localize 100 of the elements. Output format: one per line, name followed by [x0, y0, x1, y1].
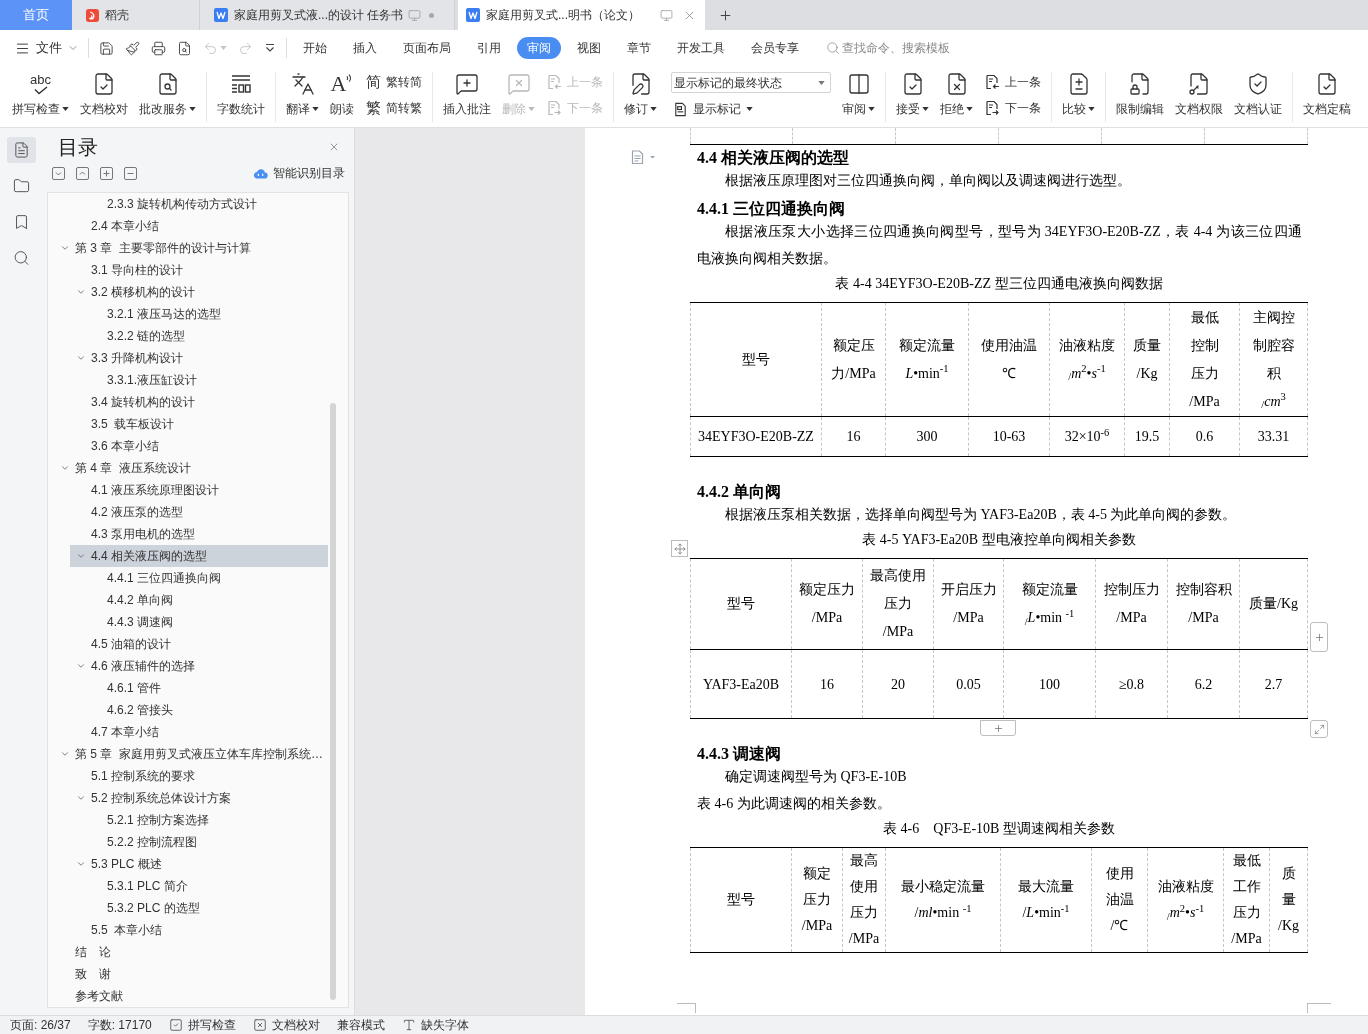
chevron-down-icon[interactable] — [76, 551, 86, 561]
menu-tab[interactable]: 开发工具 — [667, 37, 735, 59]
menu-tab[interactable]: 章节 — [617, 37, 661, 59]
toc-item[interactable]: 4.5 油箱的设计 — [70, 633, 328, 655]
toc-item[interactable]: 3.2.2 链的选型 — [86, 325, 328, 347]
toc-item[interactable]: 5.3.2 PLC 的选型 — [86, 897, 328, 919]
menu-tab[interactable]: 开始 — [293, 37, 337, 59]
spell-check-button[interactable]: abc 拼写检查 — [12, 66, 69, 122]
reviewing-pane-button[interactable]: 审阅 — [842, 66, 875, 122]
printer-icon[interactable] — [151, 40, 166, 56]
toc-item[interactable]: 4.4.3 调速阀 — [86, 611, 328, 633]
previous-change-button[interactable]: 上一条 — [984, 71, 1041, 93]
toc-item[interactable]: 4.6 液压辅件的选择 — [70, 655, 328, 677]
toc-item[interactable]: 3.2.1 液压马达的选型 — [86, 303, 328, 325]
toc-item[interactable]: 4.6.1 管件 — [86, 677, 328, 699]
resize-handle[interactable] — [1310, 720, 1328, 738]
monitor-icon[interactable] — [660, 8, 673, 22]
chevron-up-box-icon[interactable] — [76, 166, 89, 180]
menu-icon[interactable] — [15, 40, 30, 56]
toc-item[interactable]: 4.4.2 单向阀 — [86, 589, 328, 611]
traditional-to-simplified-button[interactable]: 简 繁转简 — [365, 71, 422, 93]
menu-tab[interactable]: 页面布局 — [393, 37, 461, 59]
menu-tab[interactable]: 引用 — [467, 37, 511, 59]
add-row-button[interactable] — [980, 720, 1016, 736]
proofread-button[interactable]: 文档校对 — [80, 66, 128, 122]
chevron-down-icon[interactable] — [76, 661, 86, 671]
toc-item[interactable]: 2.3.3 旋转机构传动方式设计 — [86, 193, 328, 215]
menu-tab[interactable]: 插入 — [343, 37, 387, 59]
review-service-button[interactable]: 批改服务 — [139, 66, 196, 122]
toc-item[interactable]: 4.3 泵用电机的选型 — [70, 523, 328, 545]
insert-comment-button[interactable]: 插入批注 — [443, 66, 491, 122]
document-tab[interactable]: 家庭用剪叉式...明书（论文） — [458, 0, 705, 30]
toc-item[interactable]: 3.3 升降机构设计 — [70, 347, 328, 369]
toc-item[interactable]: 第 4 章 液压系统设计 — [54, 457, 328, 479]
finalize-button[interactable]: 文档定稿 — [1303, 66, 1351, 122]
reject-button[interactable]: 拒绝 — [940, 66, 973, 122]
document-list-icon[interactable] — [6, 137, 36, 163]
save-icon[interactable] — [99, 40, 114, 56]
monitor-icon[interactable] — [408, 8, 421, 22]
toc-item[interactable]: 5.1 控制系统的要求 — [70, 765, 328, 787]
status-toggle[interactable]: 拼写检查 — [168, 1016, 236, 1034]
status-toggle[interactable]: 缺失字体 — [401, 1016, 469, 1034]
toc-item[interactable]: 3.4 旋转机构的设计 — [70, 391, 328, 413]
read-aloud-button[interactable]: A 朗读 — [330, 66, 354, 122]
toc-item[interactable]: 4.6.2 管接头 — [86, 699, 328, 721]
toc-item[interactable]: 5.2.2 控制流程图 — [86, 831, 328, 853]
show-markup-button[interactable]: 显示标记 — [673, 98, 831, 120]
toc-item[interactable]: 第 3 章 主要零部件的设计与计算 — [54, 237, 328, 259]
plus-icon[interactable] — [718, 7, 733, 23]
toc-item[interactable]: 3.6 本章小结 — [70, 435, 328, 457]
toc-item[interactable]: 3.5 载车板设计 — [70, 413, 328, 435]
toc-item[interactable]: 第 5 章 家庭用剪叉式液压立体车库控制系统… — [54, 743, 328, 765]
next-change-button[interactable]: 下一条 — [984, 97, 1041, 119]
toc-item[interactable]: 5.3.1 PLC 简介 — [86, 875, 328, 897]
restrict-editing-button[interactable]: 限制编辑 — [1116, 66, 1164, 122]
toc-item[interactable]: 结 论 — [54, 941, 328, 963]
toc-item[interactable]: 致 谢 — [54, 963, 328, 985]
add-column-button[interactable] — [1310, 622, 1328, 652]
toc-item[interactable]: 4.1 液压系统原理图设计 — [70, 479, 328, 501]
chevron-down-icon[interactable] — [76, 353, 86, 363]
translate-button[interactable]: 翻译 — [286, 66, 319, 122]
menu-tab[interactable]: 会员专享 — [741, 37, 809, 59]
track-changes-button[interactable]: 修订 — [624, 66, 657, 122]
chevron-down-icon[interactable] — [60, 749, 70, 759]
status-toggle[interactable]: 文档校对 — [252, 1016, 320, 1034]
toc-item[interactable]: 4.4 相关液压阀的选型 — [70, 545, 328, 567]
toc-item[interactable]: 4.2 液压泵的选型 — [70, 501, 328, 523]
chevron-down-icon[interactable] — [76, 859, 86, 869]
toc-item[interactable]: 5.5 本章小结 — [70, 919, 328, 941]
brush-icon[interactable] — [125, 40, 140, 56]
toc-item[interactable]: 5.2 控制系统总体设计方案 — [70, 787, 328, 809]
simplified-to-traditional-button[interactable]: 繁 简转繁 — [365, 97, 422, 119]
close-icon[interactable] — [328, 141, 340, 153]
document-dropdown-icon[interactable] — [631, 150, 657, 164]
chevron-down-box-icon[interactable] — [52, 166, 65, 180]
toc-item[interactable]: 参考文献 — [54, 985, 328, 1007]
toc-item[interactable]: 3.1 导向柱的设计 — [70, 259, 328, 281]
table-move-handle[interactable] — [671, 540, 688, 557]
customize-icon[interactable] — [264, 42, 276, 54]
toc-item[interactable]: 3.2 横移机构的设计 — [70, 281, 328, 303]
chevron-down-icon[interactable] — [60, 243, 70, 253]
word-count-button[interactable]: 字数统计 — [217, 66, 265, 122]
smart-toc-link[interactable]: 智能识别目录 — [253, 164, 345, 182]
file-menu[interactable]: 文件 — [36, 38, 79, 58]
menu-tab[interactable]: 视图 — [567, 37, 611, 59]
toc-item[interactable]: 4.7 本章小结 — [70, 721, 328, 743]
print-preview-icon[interactable] — [177, 40, 192, 56]
chevron-down-icon[interactable] — [60, 463, 70, 473]
document-tab[interactable]: 家庭用剪叉式液...的设计 任务书 — [200, 0, 455, 30]
certify-button[interactable]: 文档认证 — [1234, 66, 1282, 122]
document-tab[interactable]: 稻壳 — [72, 0, 200, 30]
permissions-button[interactable]: 文档权限 — [1175, 66, 1223, 122]
toc-item[interactable]: 5.2.1 控制方案选择 — [86, 809, 328, 831]
scrollbar-thumb[interactable] — [330, 403, 336, 1000]
toc-item[interactable]: 5.3 PLC 概述 — [70, 853, 328, 875]
chevron-down-icon[interactable] — [76, 793, 86, 803]
search-field[interactable]: 查找命令、搜索模板 — [842, 39, 982, 57]
plus-box-icon[interactable] — [100, 166, 113, 180]
minus-box-icon[interactable] — [124, 166, 137, 180]
toc-item[interactable]: 3.3.1.液压缸设计 — [86, 369, 328, 391]
